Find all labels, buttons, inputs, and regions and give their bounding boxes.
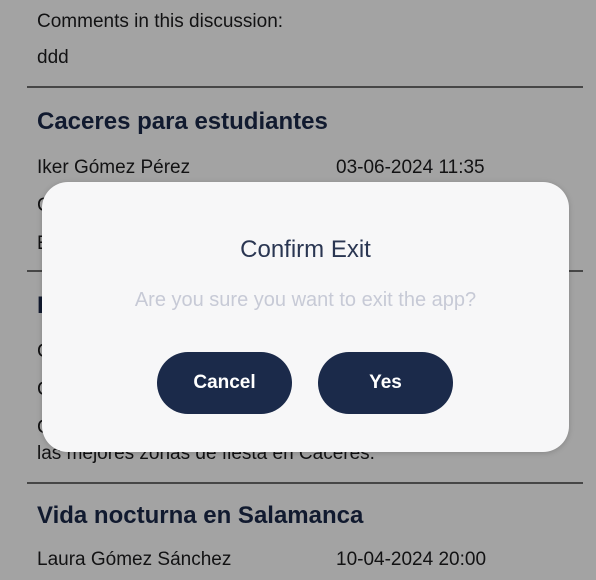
dialog-message: Are you sure you want to exit the app? [134, 289, 477, 311]
cancel-button[interactable]: Cancel [157, 352, 292, 414]
dialog-title: Confirm Exit [240, 236, 371, 263]
confirm-exit-dialog: Confirm Exit Are you sure you want to ex… [42, 182, 569, 452]
yes-button[interactable]: Yes [318, 352, 453, 414]
